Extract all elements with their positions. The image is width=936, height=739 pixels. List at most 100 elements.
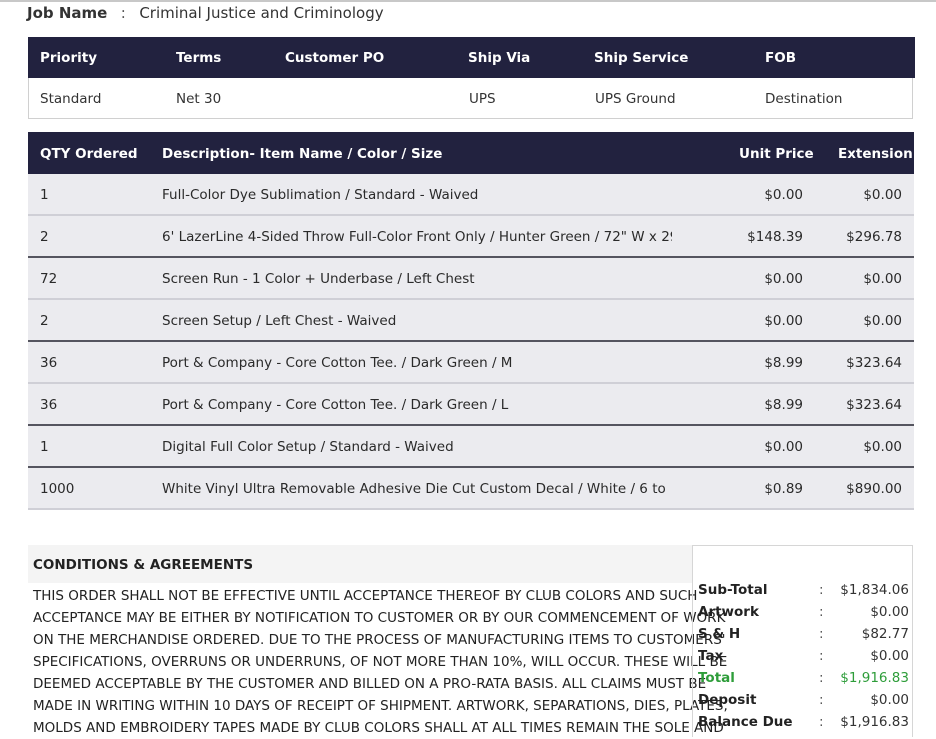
header-ship-service: Ship Service xyxy=(594,50,689,66)
total-row: Total : $1,916.83 xyxy=(698,670,909,692)
conditions-line: MADE IN WRITING WITHIN 10 DAYS OF RECEIP… xyxy=(33,698,728,714)
table-row: 1 Digital Full Color Setup / Standard - … xyxy=(28,426,914,468)
job-name-line: Job Name: Criminal Justice and Criminolog… xyxy=(27,3,384,23)
conditions-line: THIS ORDER SHALL NOT BE EFFECTIVE UNTIL … xyxy=(33,588,698,604)
conditions-title: CONDITIONS & AGREEMENTS xyxy=(33,557,254,573)
deposit-label: Deposit xyxy=(698,692,757,708)
balance-due-separator: : xyxy=(819,714,824,730)
row-unit-price: $0.00 xyxy=(764,187,803,203)
shipping-row: S & H : $82.77 xyxy=(698,626,909,648)
row-description: 6' LazerLine 4-Sided Throw Full-Color Fr… xyxy=(162,229,672,245)
row-qty: 36 xyxy=(40,355,58,371)
row-description: Full-Color Dye Sublimation / Standard - … xyxy=(162,187,479,203)
header-extension: Extension xyxy=(838,146,913,162)
table-row: 36 Port & Company - Core Cotton Tee. / D… xyxy=(28,342,914,384)
row-qty: 1000 xyxy=(40,481,75,497)
total-label: Total xyxy=(698,670,735,686)
tax-label: Tax xyxy=(698,648,724,664)
header-fob: FOB xyxy=(765,50,796,66)
row-unit-price: $0.00 xyxy=(764,271,803,287)
row-extension: $323.64 xyxy=(846,397,902,413)
row-unit-price: $8.99 xyxy=(764,355,803,371)
row-extension: $0.00 xyxy=(863,271,902,287)
shipping-value: $82.77 xyxy=(861,626,909,642)
row-unit-price: $0.00 xyxy=(764,313,803,329)
row-description: Digital Full Color Setup / Standard - Wa… xyxy=(162,439,454,455)
shipping-separator: : xyxy=(819,626,824,642)
conditions-line: MOLDS AND EMBROIDERY TAPES MADE BY CLUB … xyxy=(33,720,724,736)
subtotal-separator: : xyxy=(819,582,824,598)
row-description: White Vinyl Ultra Removable Adhesive Die… xyxy=(162,481,666,497)
conditions-text: THIS ORDER SHALL NOT BE EFFECTIVE UNTIL … xyxy=(33,585,728,739)
totals-panel: Sub-Total : $1,834.06 Artwork : $0.00 S … xyxy=(692,545,913,737)
conditions-line: SPECIFICATIONS, OVERRUNS OR UNDERRUNS, O… xyxy=(33,654,728,670)
header-customer-po: Customer PO xyxy=(285,50,385,66)
row-qty: 1 xyxy=(40,187,49,203)
header-ship-via: Ship Via xyxy=(468,50,531,66)
row-extension: $0.00 xyxy=(863,187,902,203)
tax-separator: : xyxy=(819,648,824,664)
row-qty: 2 xyxy=(40,229,49,245)
value-ship-service: UPS Ground xyxy=(595,91,676,107)
conditions-section: CONDITIONS & AGREEMENTS THIS ORDER SHALL… xyxy=(28,545,728,739)
items-header-row: QTY Ordered Description- Item Name / Col… xyxy=(28,132,914,174)
header-unit-price: Unit Price xyxy=(739,146,814,162)
conditions-title-bar: CONDITIONS & AGREEMENTS xyxy=(28,545,692,583)
table-row: 1000 White Vinyl Ultra Removable Adhesiv… xyxy=(28,468,914,510)
conditions-line: DEEMED ACCEPTABLE BY THE CUSTOMER AND BI… xyxy=(33,676,707,692)
row-description: Screen Setup / Left Chest - Waived xyxy=(162,313,397,329)
job-name-label: Job Name xyxy=(27,4,108,22)
table-row: 36 Port & Company - Core Cotton Tee. / D… xyxy=(28,384,914,426)
balance-due-label: Balance Due xyxy=(698,714,793,730)
row-unit-price: $8.99 xyxy=(764,397,803,413)
tax-value: $0.00 xyxy=(870,648,909,664)
artwork-value: $0.00 xyxy=(870,604,909,620)
subtotal-value: $1,834.06 xyxy=(840,582,909,598)
value-terms: Net 30 xyxy=(176,91,222,107)
row-extension: $890.00 xyxy=(846,481,902,497)
row-unit-price: $0.89 xyxy=(764,481,803,497)
job-name-separator: : xyxy=(120,4,126,22)
subtotal-label: Sub-Total xyxy=(698,582,768,598)
job-name-value: Criminal Justice and Criminology xyxy=(139,4,384,22)
total-value: $1,916.83 xyxy=(840,670,909,686)
line-items-table: QTY Ordered Description- Item Name / Col… xyxy=(28,132,914,510)
artwork-row: Artwork : $0.00 xyxy=(698,604,909,626)
artwork-separator: : xyxy=(819,604,824,620)
row-qty: 36 xyxy=(40,397,58,413)
value-priority: Standard xyxy=(40,91,102,107)
balance-due-row: Balance Due : $1,916.83 xyxy=(698,714,909,736)
header-priority: Priority xyxy=(40,50,97,66)
value-fob: Destination xyxy=(765,91,843,107)
deposit-separator: : xyxy=(819,692,824,708)
row-extension: $0.00 xyxy=(863,439,902,455)
row-qty: 72 xyxy=(40,271,58,287)
row-extension: $296.78 xyxy=(846,229,902,245)
row-extension: $323.64 xyxy=(846,355,902,371)
row-description: Port & Company - Core Cotton Tee. / Dark… xyxy=(162,397,509,413)
conditions-line: ON THE MERCHANDISE ORDERED. DUE TO THE P… xyxy=(33,632,726,648)
header-terms: Terms xyxy=(176,50,222,66)
subtotal-row: Sub-Total : $1,834.06 xyxy=(698,582,909,604)
total-separator: : xyxy=(819,670,824,686)
balance-due-value: $1,916.83 xyxy=(840,714,909,730)
row-description: Screen Run - 1 Color + Underbase / Left … xyxy=(162,271,475,287)
header-description: Description- Item Name / Color / Size xyxy=(162,146,443,162)
row-unit-price: $0.00 xyxy=(764,439,803,455)
header-qty-ordered: QTY Ordered xyxy=(40,146,138,162)
top-rule xyxy=(0,0,936,2)
terms-header-row: Priority Terms Customer PO Ship Via Ship… xyxy=(28,37,915,78)
order-terms-table: Priority Terms Customer PO Ship Via Ship… xyxy=(28,37,915,119)
row-unit-price: $148.39 xyxy=(747,229,803,245)
conditions-line: ACCEPTANCE MAY BE EITHER BY NOTIFICATION… xyxy=(33,610,726,626)
row-qty: 1 xyxy=(40,439,49,455)
shipping-label: S & H xyxy=(698,626,741,642)
deposit-row: Deposit : $0.00 xyxy=(698,692,909,714)
table-row: 72 Screen Run - 1 Color + Underbase / Le… xyxy=(28,258,914,300)
row-description: Port & Company - Core Cotton Tee. / Dark… xyxy=(162,355,513,371)
terms-value-row: Standard Net 30 UPS UPS Ground Destinati… xyxy=(29,78,912,118)
deposit-value: $0.00 xyxy=(870,692,909,708)
table-row: 1 Full-Color Dye Sublimation / Standard … xyxy=(28,174,914,216)
items-rows: 1 Full-Color Dye Sublimation / Standard … xyxy=(28,174,914,510)
row-extension: $0.00 xyxy=(863,313,902,329)
